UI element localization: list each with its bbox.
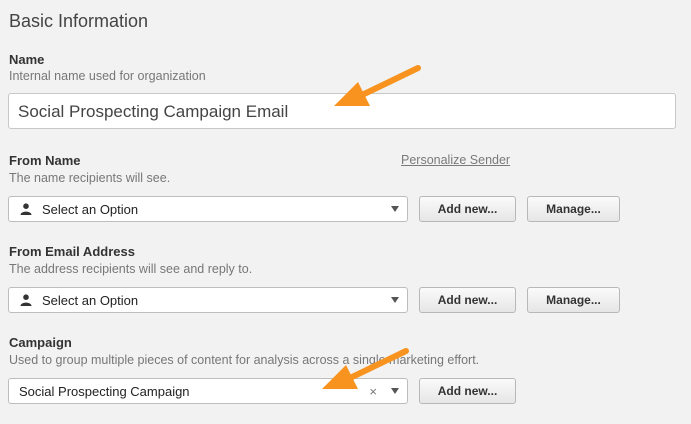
from-name-add-button[interactable]: Add new... bbox=[419, 196, 516, 222]
from-name-select[interactable]: Select an Option bbox=[8, 196, 408, 222]
name-label: Name bbox=[9, 52, 45, 67]
campaign-label: Campaign bbox=[9, 335, 72, 350]
from-email-add-button[interactable]: Add new... bbox=[419, 287, 516, 313]
person-icon bbox=[20, 294, 32, 306]
from-email-help: The address recipients will see and repl… bbox=[9, 262, 253, 276]
from-name-manage-button[interactable]: Manage... bbox=[527, 196, 620, 222]
campaign-add-button[interactable]: Add new... bbox=[419, 378, 516, 404]
arrow-annotation-name bbox=[334, 65, 421, 106]
arrow-annotation-campaign bbox=[322, 348, 409, 389]
name-help: Internal name used for organization bbox=[9, 69, 206, 83]
campaign-select-value: Social Prospecting Campaign bbox=[19, 383, 190, 399]
from-name-help: The name recipients will see. bbox=[9, 171, 171, 185]
chevron-down-icon bbox=[391, 297, 399, 303]
from-email-manage-button[interactable]: Manage... bbox=[527, 287, 620, 313]
from-name-select-value: Select an Option bbox=[42, 201, 139, 217]
from-name-label: From Name bbox=[9, 153, 81, 168]
section-title: Basic Information bbox=[9, 11, 149, 31]
from-email-label: From Email Address bbox=[9, 244, 135, 259]
from-email-select-value: Select an Option bbox=[42, 292, 139, 308]
from-email-select[interactable]: Select an Option bbox=[8, 287, 408, 313]
person-icon bbox=[20, 203, 32, 215]
personalize-sender-link[interactable]: Personalize Sender bbox=[401, 153, 510, 167]
chevron-down-icon bbox=[391, 206, 399, 212]
